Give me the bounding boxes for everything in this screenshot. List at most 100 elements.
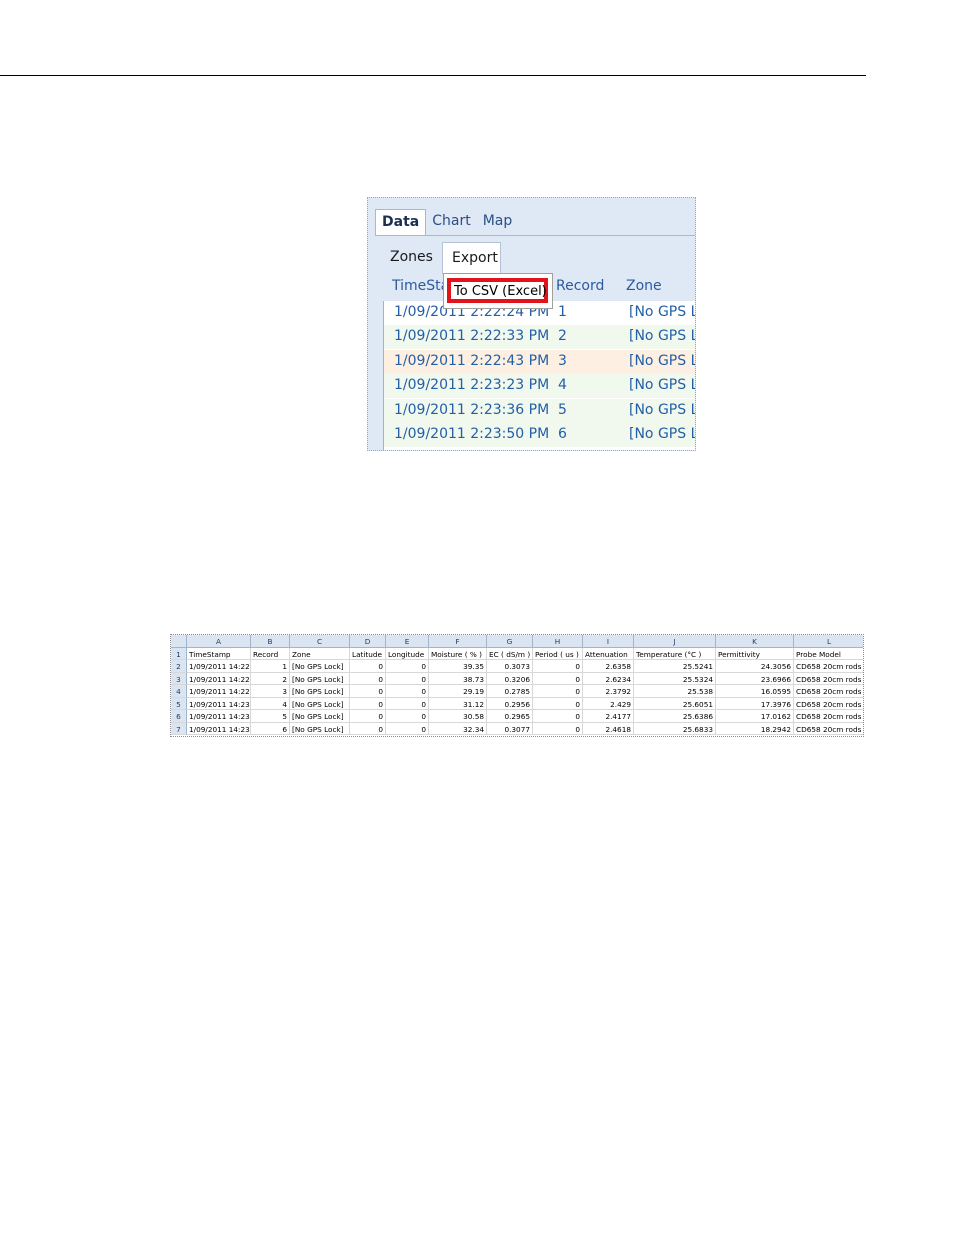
sheet-cell[interactable]: CD658 20cm rods	[794, 660, 863, 673]
column-header-timestamp[interactable]: TimeSta	[392, 278, 449, 294]
col-letter[interactable]: K	[716, 635, 794, 648]
sheet-cell[interactable]: 3	[251, 685, 290, 698]
sheet-cell[interactable]: 0	[533, 672, 583, 685]
sheet-cell[interactable]: 1/09/2011 14:22	[187, 660, 251, 673]
sheet-cell[interactable]: 18.2942	[716, 722, 794, 735]
sheet-header-cell[interactable]: Temperature (°C )	[634, 647, 716, 660]
sheet-cell[interactable]: CD658 20cm rods	[794, 685, 863, 698]
col-letter[interactable]: H	[533, 635, 583, 648]
row-number[interactable]: 7	[171, 722, 187, 735]
sheet-cell[interactable]: 2.6234	[583, 672, 634, 685]
sheet-header-cell[interactable]: Latitude	[350, 647, 386, 660]
sheet-cell[interactable]: 25.6051	[634, 697, 716, 710]
sheet-cell[interactable]: 30.58	[429, 710, 487, 723]
sheet-header-cell[interactable]: TimeStamp	[187, 647, 251, 660]
sheet-cell[interactable]: 0	[350, 697, 386, 710]
sheet-cell[interactable]: CD658 20cm rods	[794, 673, 863, 685]
zones-menu[interactable]: Zones	[390, 249, 433, 265]
sheet-cell[interactable]: 16.0595	[716, 685, 794, 698]
row-number[interactable]: 2	[171, 660, 187, 673]
sheet-cell[interactable]: [No GPS Lock]	[290, 710, 350, 723]
sheet-cell[interactable]: CD658 20cm rods	[794, 698, 863, 710]
sheet-cell[interactable]: 1/09/2011 14:22	[187, 685, 251, 698]
sheet-header-cell[interactable]: Permittivity	[716, 647, 794, 660]
sheet-cell[interactable]: [No GPS Lock]	[290, 722, 350, 735]
sheet-cell[interactable]: 25.538	[634, 685, 716, 698]
sheet-cell[interactable]: 0	[386, 722, 429, 735]
sheet-header-cell[interactable]: Zone	[290, 647, 350, 660]
select-all-corner[interactable]	[171, 635, 187, 648]
col-letter[interactable]: C	[290, 635, 350, 648]
export-menu[interactable]: Export	[442, 242, 501, 274]
sheet-cell[interactable]: [No GPS Lock]	[290, 660, 350, 673]
tab-chart[interactable]: Chart	[426, 209, 476, 235]
sheet-cell[interactable]: [No GPS Lock]	[290, 685, 350, 698]
sheet-cell[interactable]: 1/09/2011 14:23	[187, 697, 251, 710]
sheet-cell[interactable]: 39.35	[429, 660, 487, 673]
sheet-cell[interactable]: 0.2785	[487, 685, 533, 698]
sheet-cell[interactable]: 5	[251, 710, 290, 723]
table-row[interactable]: 1/09/2011 2:23:36 PM 5 [No GPS Lc	[384, 399, 695, 423]
sheet-cell[interactable]: 2.6358	[583, 660, 634, 673]
tab-map[interactable]: Map	[477, 209, 519, 235]
sheet-header-cell[interactable]: Record	[251, 647, 290, 660]
sheet-cell[interactable]: 0	[386, 697, 429, 710]
sheet-cell[interactable]: [No GPS Lock]	[290, 697, 350, 710]
sheet-cell[interactable]: 1/09/2011 14:23	[187, 710, 251, 723]
sheet-cell[interactable]: 25.5324	[634, 672, 716, 685]
sheet-cell[interactable]: 25.5241	[634, 660, 716, 673]
sheet-header-cell[interactable]: Moisture ( % )	[429, 647, 487, 660]
col-letter[interactable]: E	[386, 635, 429, 648]
sheet-cell[interactable]: 0	[350, 672, 386, 685]
col-letter[interactable]: B	[251, 635, 290, 648]
col-letter[interactable]: F	[429, 635, 487, 648]
col-letter[interactable]: L	[794, 635, 863, 648]
sheet-cell[interactable]: [No GPS Lock]	[290, 672, 350, 685]
sheet-cell[interactable]: 0	[386, 672, 429, 685]
sheet-cell[interactable]: 0	[350, 660, 386, 673]
sheet-cell[interactable]: 2.4177	[583, 710, 634, 723]
sheet-cell[interactable]: 17.3976	[716, 697, 794, 710]
sheet-cell[interactable]: CD658 20cm rods	[794, 723, 863, 735]
table-row[interactable]: 1/09/2011 2:23:23 PM 4 [No GPS Lc	[384, 374, 695, 398]
tab-data[interactable]: Data	[375, 209, 427, 236]
sheet-cell[interactable]: 0	[533, 697, 583, 710]
sheet-cell[interactable]: 1/09/2011 14:23	[187, 722, 251, 735]
sheet-header-cell[interactable]: EC ( dS/m )	[487, 647, 533, 660]
sheet-cell[interactable]: 1/09/2011 14:22	[187, 672, 251, 685]
row-number[interactable]: 1	[171, 647, 187, 660]
sheet-cell[interactable]: 0.3077	[487, 722, 533, 735]
sheet-cell[interactable]: 17.0162	[716, 710, 794, 723]
col-letter[interactable]: A	[187, 635, 251, 648]
sheet-header-cell[interactable]: Period ( us )	[533, 647, 583, 660]
row-number[interactable]: 3	[171, 672, 187, 685]
sheet-cell[interactable]: 0	[350, 710, 386, 723]
sheet-cell[interactable]: 2.429	[583, 697, 634, 710]
sheet-cell[interactable]: 0	[386, 660, 429, 673]
sheet-cell[interactable]: 0	[350, 722, 386, 735]
sheet-header-cell[interactable]: Probe Model	[794, 648, 863, 660]
table-row-selected[interactable]: 1/09/2011 2:22:43 PM 3 [No GPS Lc	[384, 350, 695, 374]
row-number[interactable]: 6	[171, 710, 187, 723]
column-header-zone[interactable]: Zone	[626, 278, 662, 294]
sheet-cell[interactable]: 32.34	[429, 722, 487, 735]
sheet-cell[interactable]: 0	[533, 722, 583, 735]
sheet-cell[interactable]: 23.6966	[716, 672, 794, 685]
sheet-header-cell[interactable]: Longitude	[386, 647, 429, 660]
col-letter[interactable]: J	[634, 635, 716, 648]
sheet-cell[interactable]: 4	[251, 697, 290, 710]
sheet-header-cell[interactable]: Attenuation	[583, 647, 634, 660]
sheet-cell[interactable]: 0.2956	[487, 697, 533, 710]
sheet-cell[interactable]: 0.3073	[487, 660, 533, 673]
row-number[interactable]: 4	[171, 685, 187, 698]
row-number[interactable]: 5	[171, 697, 187, 710]
table-row[interactable]: 1/09/2011 2:23:50 PM 6 [No GPS Lc	[384, 423, 695, 447]
sheet-cell[interactable]: 0	[386, 685, 429, 698]
sheet-cell[interactable]: 29.19	[429, 685, 487, 698]
sheet-cell[interactable]: 0	[533, 710, 583, 723]
sheet-cell[interactable]: 0	[533, 660, 583, 673]
sheet-cell[interactable]: 38.73	[429, 672, 487, 685]
sheet-cell[interactable]: 0.3206	[487, 672, 533, 685]
sheet-cell[interactable]: 0	[386, 710, 429, 723]
sheet-cell[interactable]: 0	[533, 685, 583, 698]
